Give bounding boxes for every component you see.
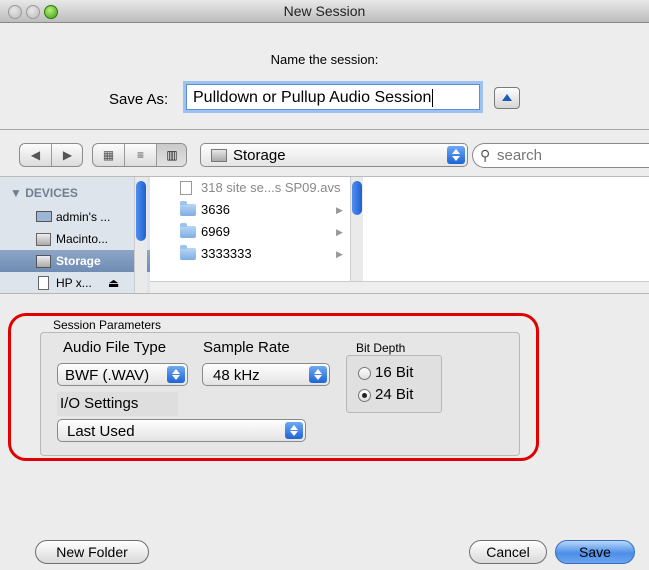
chevron-right-icon: ▶ xyxy=(336,249,343,259)
collapse-browser-button[interactable] xyxy=(494,87,520,109)
search-placeholder: search xyxy=(497,147,543,164)
back-forward-control: ◀ ▶ xyxy=(19,143,83,167)
triangle-up-icon xyxy=(502,94,512,101)
disk-icon xyxy=(36,233,51,246)
external-disk-icon xyxy=(38,276,49,290)
location-label: Storage xyxy=(233,147,286,164)
chevron-right-icon: ▶ xyxy=(336,205,343,215)
save-as-value: Pulldown or Pullup Audio Session xyxy=(193,89,432,106)
file-column-scrollbar[interactable] xyxy=(350,177,363,281)
sidebar-item-storage[interactable]: Storage xyxy=(0,250,150,272)
sidebar: ▼ DEVICES admin's ... Macinto... Storage… xyxy=(0,176,150,293)
view-mode-control: ▦ ≡ ▥ xyxy=(92,143,187,167)
forward-button[interactable]: ▶ xyxy=(52,144,82,166)
arrow-right-icon: ▶ xyxy=(62,148,73,162)
scroll-thumb[interactable] xyxy=(352,181,362,215)
disk-icon xyxy=(211,149,227,162)
sidebar-item-admin[interactable]: admin's ... xyxy=(0,206,150,228)
chevron-right-icon: ▶ xyxy=(336,227,343,237)
sidebar-item-label: admin's ... xyxy=(56,210,111,224)
sidebar-scrollbar[interactable] xyxy=(134,177,147,293)
file-name: 6969 xyxy=(201,224,230,239)
sidebar-item-label: Macinto... xyxy=(56,232,109,246)
sidebar-item-macintosh[interactable]: Macinto... xyxy=(0,228,150,250)
back-button[interactable]: ◀ xyxy=(20,144,51,166)
devices-section-label: DEVICES xyxy=(25,186,78,200)
search-field[interactable]: ⚲ search xyxy=(472,143,649,168)
session-name-prompt: Name the session: xyxy=(270,52,379,67)
save-button[interactable]: Save xyxy=(555,540,635,564)
folder-icon xyxy=(180,223,196,238)
column-view-button[interactable]: ▥ xyxy=(157,144,186,166)
sidebar-item-label: HP x... xyxy=(56,276,92,290)
folder-icon xyxy=(180,201,196,216)
window-title: New Session xyxy=(283,3,366,19)
grid-icon: ▦ xyxy=(102,148,115,162)
save-sheet-header xyxy=(0,23,649,130)
devices-section-header: ▼ DEVICES xyxy=(10,186,78,200)
computer-icon xyxy=(36,211,52,222)
document-icon xyxy=(180,181,192,195)
sidebar-item-label: Storage xyxy=(56,254,101,268)
list-view-button[interactable]: ≡ xyxy=(125,144,156,166)
new-folder-button[interactable]: New Folder xyxy=(35,540,149,564)
file-column: 318 site se...s SP09.avs 3636 6969 33333… xyxy=(150,177,363,293)
cancel-button[interactable]: Cancel xyxy=(469,540,547,564)
list-icon: ≡ xyxy=(136,148,144,162)
disclosure-triangle-icon: ▼ xyxy=(10,186,22,200)
scroll-thumb[interactable] xyxy=(136,181,146,241)
text-caret xyxy=(432,88,434,107)
sidebar-item-hp[interactable]: HP x... ⏏ xyxy=(0,272,150,293)
magnifier-icon: ⚲ xyxy=(480,147,491,163)
save-as-label: Save As: xyxy=(109,91,169,108)
horizontal-scrollbar[interactable] xyxy=(150,281,649,293)
columns-icon: ▥ xyxy=(166,148,178,162)
location-popup[interactable]: Storage xyxy=(200,143,468,167)
popup-arrows-icon xyxy=(447,146,465,164)
eject-icon[interactable]: ⏏ xyxy=(108,272,119,293)
annotation-highlight xyxy=(8,313,539,461)
file-name: 3333333 xyxy=(201,246,252,261)
folder-icon xyxy=(180,245,196,260)
save-as-input[interactable]: Pulldown or Pullup Audio Session xyxy=(186,84,480,110)
file-name: 318 site se...s SP09.avs xyxy=(201,180,341,195)
file-name: 3636 xyxy=(201,202,230,217)
disk-icon xyxy=(36,255,51,268)
file-browser: 318 site se...s SP09.avs 3636 6969 33333… xyxy=(150,176,649,293)
arrow-left-icon: ◀ xyxy=(30,148,41,162)
icon-view-button[interactable]: ▦ xyxy=(93,144,124,166)
